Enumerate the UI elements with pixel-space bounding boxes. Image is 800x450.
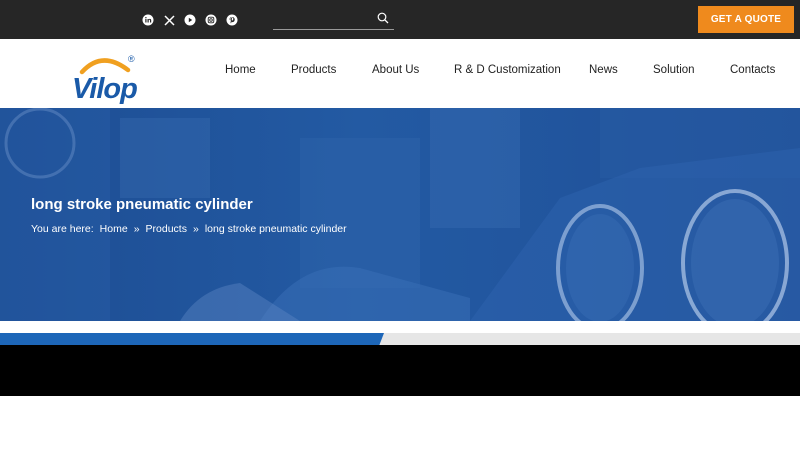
breadcrumb: You are here: Home » Products » long str…	[31, 223, 347, 235]
nav-solution[interactable]: Solution	[653, 64, 695, 76]
content-band	[0, 345, 800, 396]
search-icon[interactable]	[377, 12, 389, 24]
breadcrumb-separator: »	[133, 223, 140, 235]
vilop-logo[interactable]: Vilop ®	[70, 52, 142, 105]
search-input[interactable]	[273, 9, 373, 29]
search-box	[273, 9, 394, 30]
registered-mark: ®	[128, 54, 135, 64]
instagram-icon[interactable]	[205, 14, 217, 26]
nav-contacts[interactable]: Contacts	[730, 64, 775, 76]
breadcrumb-home[interactable]: Home	[100, 223, 128, 235]
nav-home[interactable]: Home	[225, 64, 256, 76]
linkedin-icon[interactable]	[142, 14, 154, 26]
breadcrumb-prefix: You are here:	[31, 223, 94, 235]
pinterest-icon[interactable]	[226, 14, 238, 26]
breadcrumb-separator: »	[192, 223, 199, 235]
breadcrumb-current: long stroke pneumatic cylinder	[204, 223, 347, 235]
logo-wordmark: Vilop	[72, 73, 137, 104]
nav-about-us[interactable]: About Us	[372, 64, 419, 76]
x-twitter-icon[interactable]	[163, 14, 175, 26]
top-bar: GET A QUOTE	[0, 0, 800, 39]
nav-products[interactable]: Products	[291, 64, 336, 76]
hero-banner	[0, 108, 800, 321]
breadcrumb-products[interactable]: Products	[146, 223, 187, 235]
hero-background-image	[0, 108, 800, 321]
nav-rd-customization[interactable]: R & D Customization	[454, 64, 561, 76]
get-a-quote-button[interactable]: GET A QUOTE	[698, 6, 794, 33]
youtube-icon[interactable]	[184, 14, 196, 26]
section-divider-blue	[0, 333, 384, 345]
nav-news[interactable]: News	[589, 64, 618, 76]
page-title: long stroke pneumatic cylinder	[31, 196, 253, 213]
